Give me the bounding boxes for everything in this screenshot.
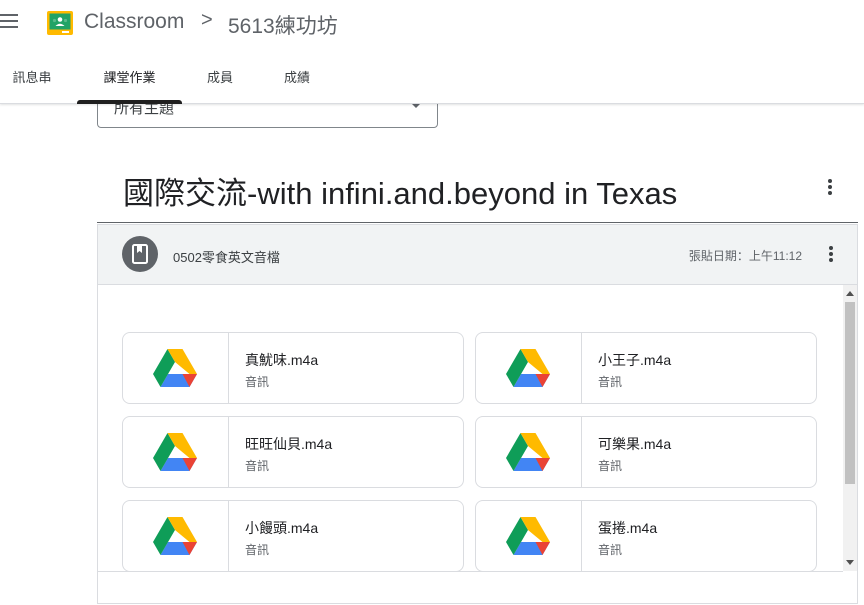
assignment-title: 0502零食英文音檔 bbox=[173, 250, 280, 265]
attachment-type: 音訊 bbox=[245, 375, 270, 389]
tab-classwork[interactable]: 課堂作業 bbox=[77, 66, 182, 104]
attachment-type: 音訊 bbox=[245, 543, 270, 557]
attachment-name: 真魷味.m4a bbox=[245, 352, 319, 368]
breadcrumb-chevron-icon: > bbox=[201, 9, 213, 31]
tab-stream[interactable]: 訊息串 bbox=[10, 66, 54, 104]
classroom-logo-icon[interactable] bbox=[47, 11, 73, 35]
attachment-item[interactable]: 旺旺仙貝.m4a 音訊 bbox=[122, 416, 464, 488]
attachment-name: 蛋捲.m4a bbox=[598, 520, 658, 536]
drive-thumbnail bbox=[123, 501, 229, 571]
class-title[interactable]: 5613練功坊 bbox=[228, 10, 338, 40]
top-app-bar: Classroom > 5613練功坊 訊息串 課堂作業 成員 成績 bbox=[0, 0, 864, 104]
drive-thumbnail bbox=[123, 333, 229, 403]
attachment-name: 小王子.m4a bbox=[598, 352, 672, 368]
tab-grades[interactable]: 成績 bbox=[282, 66, 312, 104]
scroll-down-arrow-icon[interactable] bbox=[846, 560, 854, 565]
attachment-type: 音訊 bbox=[245, 459, 270, 473]
google-drive-icon bbox=[506, 517, 550, 555]
attachment-name: 小饅頭.m4a bbox=[245, 520, 319, 536]
scrollbar-thumb[interactable] bbox=[845, 302, 855, 484]
attachment-item[interactable]: 真魷味.m4a 音訊 bbox=[122, 332, 464, 404]
attachment-item[interactable]: 蛋捲.m4a 音訊 bbox=[475, 500, 817, 572]
tab-people[interactable]: 成員 bbox=[205, 66, 235, 104]
assignment-header[interactable]: 0502零食英文音檔 張貼日期：上午11:12 bbox=[98, 225, 857, 285]
attachments-divider bbox=[98, 571, 843, 572]
google-drive-icon bbox=[153, 517, 197, 555]
attachment-item[interactable]: 可樂果.m4a 音訊 bbox=[475, 416, 817, 488]
drive-thumbnail bbox=[476, 333, 582, 403]
posted-date: 張貼日期：上午11:12 bbox=[688, 249, 802, 263]
hamburger-menu-icon[interactable] bbox=[0, 14, 20, 30]
google-drive-icon bbox=[153, 349, 197, 387]
attachment-type: 音訊 bbox=[598, 375, 623, 389]
drive-thumbnail bbox=[476, 417, 582, 487]
assignment-book-icon bbox=[122, 236, 158, 272]
scroll-up-arrow-icon[interactable] bbox=[846, 291, 854, 296]
assignment-more-options-icon[interactable] bbox=[821, 246, 841, 266]
attachment-name: 旺旺仙貝.m4a bbox=[245, 436, 333, 452]
topic-title: 國際交流-with infini.and.beyond in Texas bbox=[123, 176, 678, 211]
attachment-item[interactable]: 小饅頭.m4a 音訊 bbox=[122, 500, 464, 572]
attachment-type: 音訊 bbox=[598, 543, 623, 557]
google-drive-icon bbox=[506, 433, 550, 471]
google-drive-icon bbox=[153, 433, 197, 471]
app-title[interactable]: Classroom bbox=[84, 10, 184, 34]
attachments-list: 真魷味.m4a 音訊 小王子.m4a 音訊 旺旺仙貝.m4a 音訊 可樂果.m4… bbox=[98, 285, 857, 605]
topic-divider bbox=[97, 222, 858, 223]
assignment-card: 0502零食英文音檔 張貼日期：上午11:12 真魷味.m4a 音訊 小王子.m… bbox=[97, 224, 858, 604]
drive-thumbnail bbox=[476, 501, 582, 571]
attachment-type: 音訊 bbox=[598, 459, 623, 473]
google-drive-icon bbox=[506, 349, 550, 387]
attachments-scrollbar[interactable] bbox=[843, 285, 857, 571]
drive-thumbnail bbox=[123, 417, 229, 487]
topic-more-options-icon[interactable] bbox=[820, 179, 840, 199]
attachment-name: 可樂果.m4a bbox=[598, 436, 672, 452]
attachment-item[interactable]: 小王子.m4a 音訊 bbox=[475, 332, 817, 404]
